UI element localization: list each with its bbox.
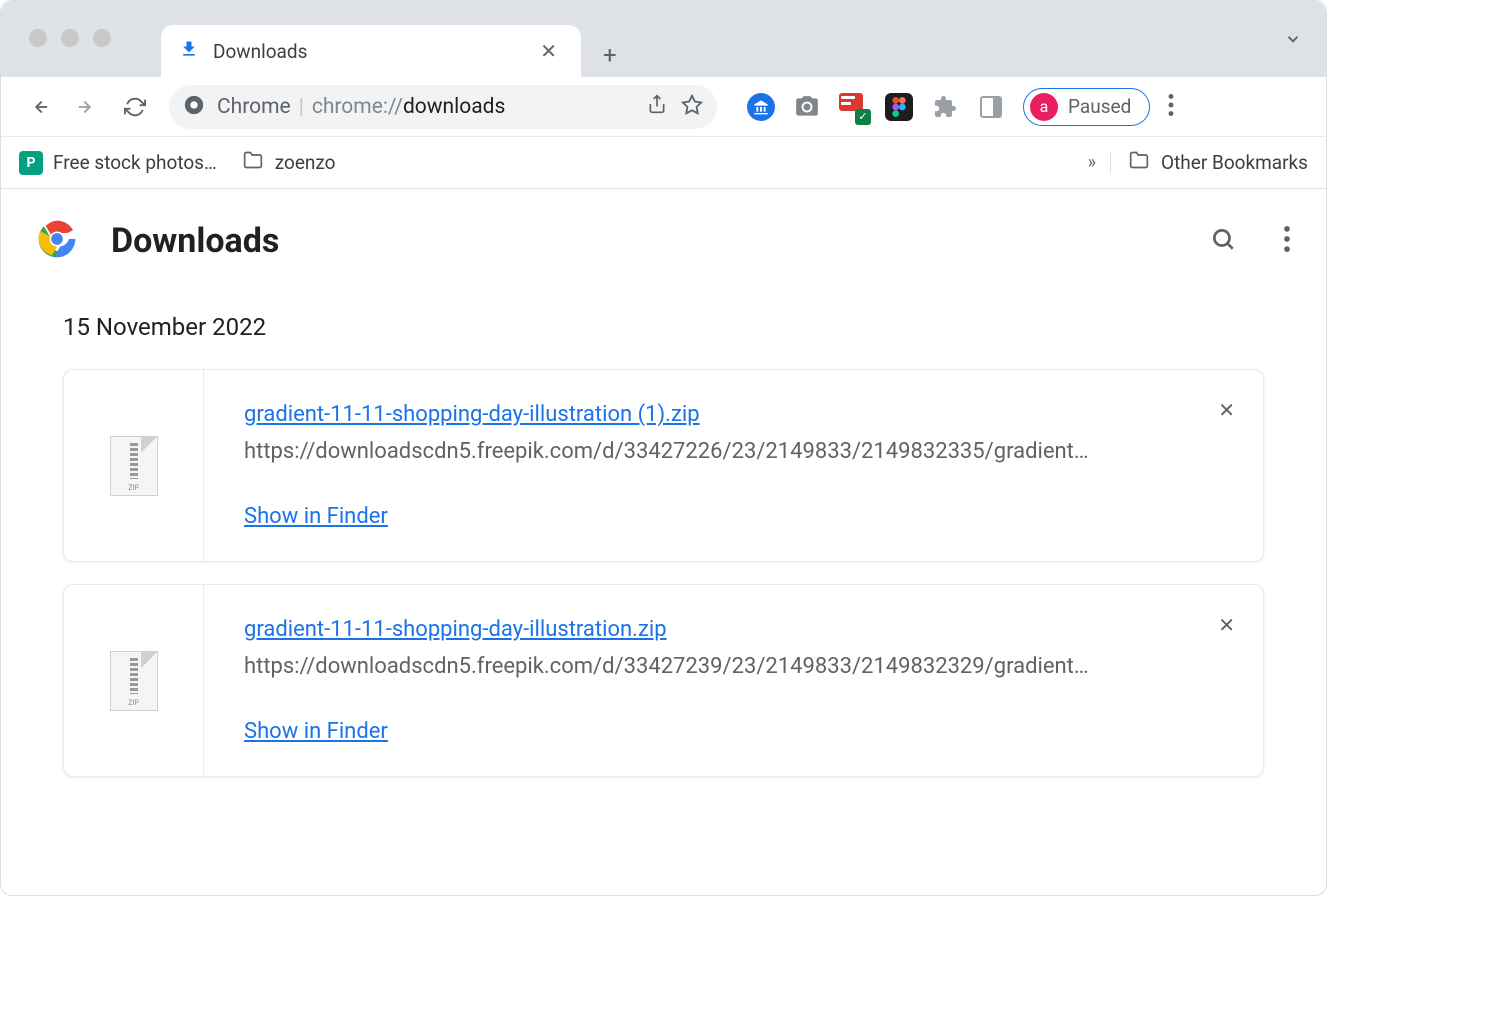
extension-camera-icon[interactable] [793, 93, 821, 121]
zip-file-icon: ZIP [110, 436, 158, 496]
profile-status: Paused [1068, 95, 1131, 118]
bookmark-zoenzo[interactable]: zoenzo [241, 150, 336, 175]
window-chrome: Downloads ✕ + [1, 1, 1326, 77]
forward-button[interactable] [65, 85, 109, 129]
traffic-lights [29, 29, 111, 47]
search-downloads-button[interactable] [1210, 226, 1236, 256]
downloads-content: 15 November 2022 ZIP gradient-11-11-shop… [1, 293, 1326, 819]
downloads-menu-button[interactable] [1284, 226, 1290, 256]
toolbar: Chrome | chrome://downloads [1, 77, 1326, 137]
back-button[interactable] [17, 85, 61, 129]
page-header: Downloads [1, 189, 1326, 293]
bookmark-free-stock-photos[interactable]: P Free stock photos… [19, 151, 217, 175]
toolbar-extensions: ✓ [747, 93, 1005, 121]
download-filename-link[interactable]: gradient-11-11-shopping-day-illustration… [244, 617, 667, 642]
tab-title: Downloads [213, 40, 520, 63]
page-title: Downloads [111, 221, 1176, 261]
bookmark-label: zoenzo [275, 151, 336, 174]
share-icon[interactable] [647, 94, 667, 120]
remove-download-button[interactable]: ✕ [1218, 613, 1235, 637]
extensions-menu-icon[interactable] [931, 93, 959, 121]
extension-figma-icon[interactable] [885, 93, 913, 121]
download-filename-link[interactable]: gradient-11-11-shopping-day-illustration… [244, 402, 700, 427]
bookmark-star-icon[interactable] [681, 94, 703, 120]
address-text: Chrome | chrome://downloads [217, 95, 505, 119]
bookmark-label: Free stock photos… [53, 151, 217, 174]
minimize-window-button[interactable] [61, 29, 79, 47]
download-item: ZIP gradient-11-11-shopping-day-illustra… [63, 369, 1264, 562]
extension-express-vpn-icon[interactable]: ✓ [839, 93, 867, 121]
address-bar[interactable]: Chrome | chrome://downloads [169, 85, 717, 129]
profile-button[interactable]: a Paused [1023, 88, 1150, 126]
folder-icon [241, 150, 265, 175]
tabs-dropdown-button[interactable] [1284, 29, 1302, 53]
tab-close-button[interactable]: ✕ [534, 37, 563, 65]
extension-institution-icon[interactable] [747, 93, 775, 121]
chrome-logo-icon [37, 219, 77, 263]
download-url: https://downloadscdn5.freepik.com/d/3342… [244, 654, 1223, 679]
download-item: ZIP gradient-11-11-shopping-day-illustra… [63, 584, 1264, 777]
bookmarks-bar: P Free stock photos… zoenzo » Other Book… [1, 137, 1326, 189]
show-in-finder-link[interactable]: Show in Finder [244, 504, 388, 529]
address-scheme: Chrome [217, 95, 291, 119]
profile-avatar: a [1030, 93, 1058, 121]
pexels-icon: P [19, 151, 43, 175]
folder-icon [1127, 150, 1151, 175]
other-bookmarks-label: Other Bookmarks [1161, 151, 1308, 174]
zip-file-icon: ZIP [110, 651, 158, 711]
show-in-finder-link[interactable]: Show in Finder [244, 719, 388, 744]
close-window-button[interactable] [29, 29, 47, 47]
download-file-icon-area: ZIP [64, 370, 204, 561]
browser-menu-button[interactable] [1154, 94, 1188, 120]
tab-strip: Downloads ✕ + [161, 1, 639, 77]
download-icon [179, 39, 199, 64]
remove-download-button[interactable]: ✕ [1218, 398, 1235, 422]
date-header: 15 November 2022 [63, 313, 1264, 341]
reload-button[interactable] [113, 85, 157, 129]
side-panel-icon[interactable] [977, 93, 1005, 121]
new-tab-button[interactable]: + [581, 33, 639, 77]
tab-downloads[interactable]: Downloads ✕ [161, 25, 581, 77]
download-url: https://downloadscdn5.freepik.com/d/3342… [244, 439, 1223, 464]
chrome-icon [183, 94, 205, 120]
maximize-window-button[interactable] [93, 29, 111, 47]
bookmarks-overflow-button[interactable]: » [1088, 152, 1111, 173]
other-bookmarks-button[interactable]: Other Bookmarks [1127, 150, 1308, 175]
download-file-icon-area: ZIP [64, 585, 204, 776]
